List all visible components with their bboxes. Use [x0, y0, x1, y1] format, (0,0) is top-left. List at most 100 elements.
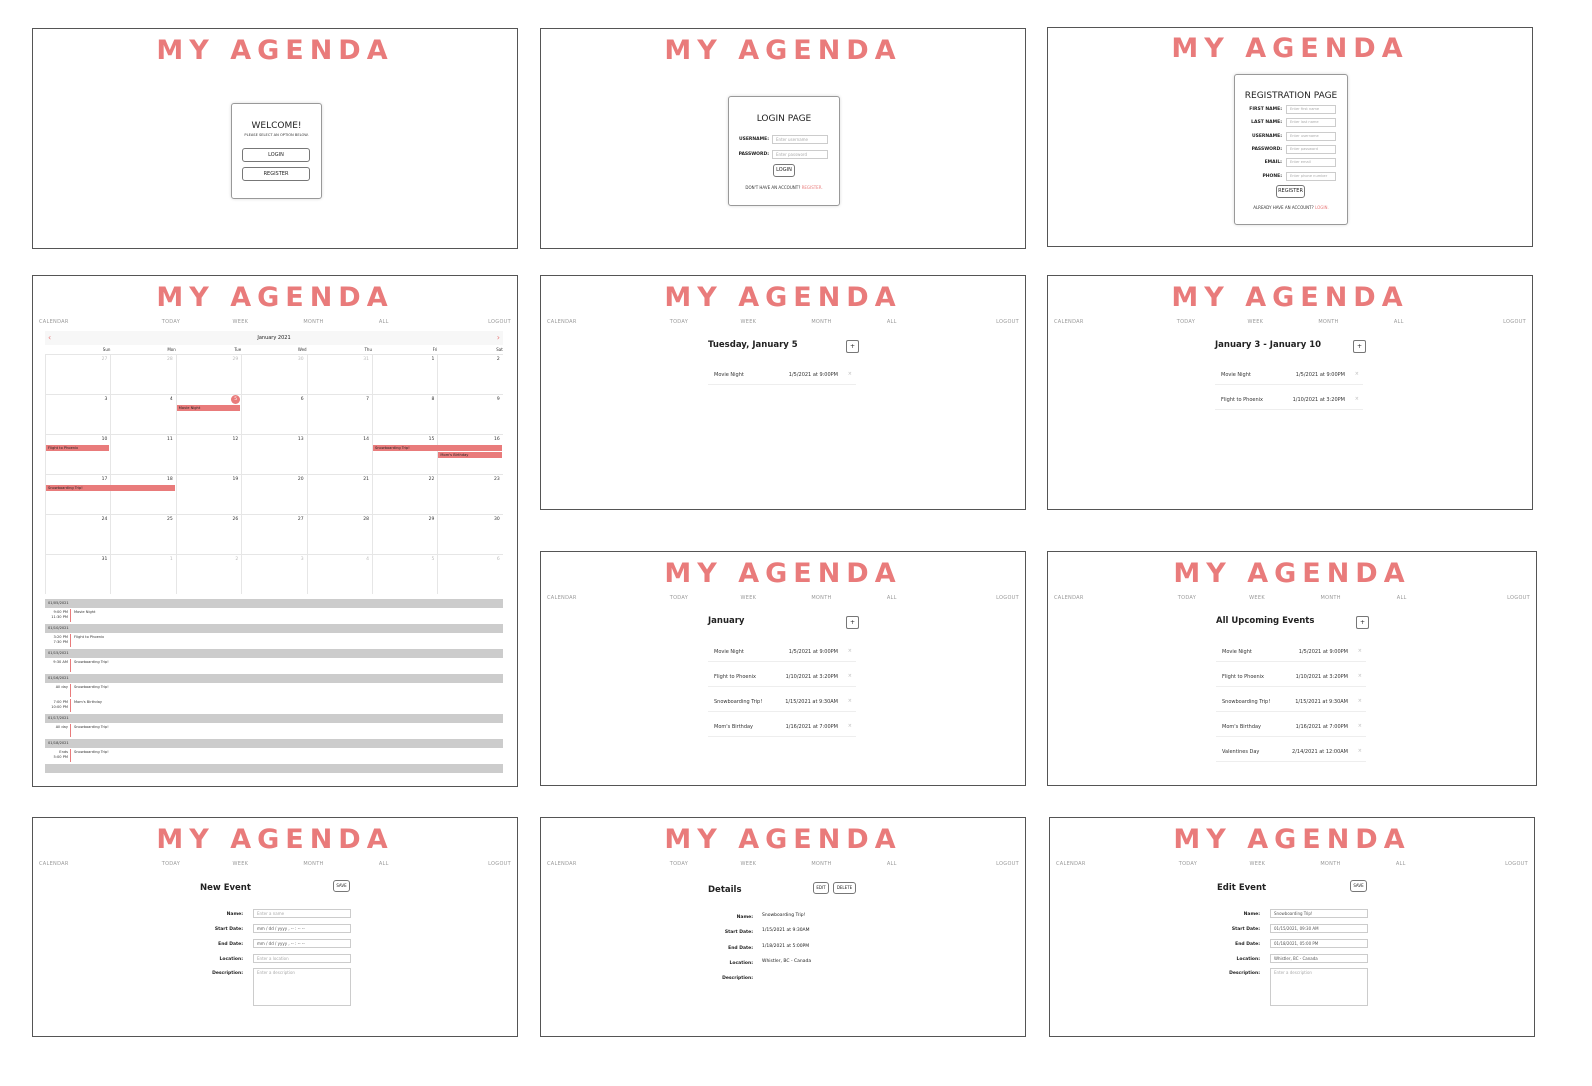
nav-calendar[interactable]: CALENDAR: [1054, 595, 1084, 601]
day-cell[interactable]: 4: [306, 554, 372, 594]
register-submit-button[interactable]: REGISTER: [1276, 185, 1305, 198]
day-cell[interactable]: 19: [175, 474, 242, 514]
calendar-event[interactable]: Flight to Phoenix: [46, 445, 110, 451]
event-row[interactable]: Flight to Phoenix 1/10/2021 at 3:20PM ×: [708, 668, 856, 687]
delete-button[interactable]: DELETE: [833, 882, 856, 894]
day-cell[interactable]: 7: [306, 394, 372, 434]
event-row[interactable]: Flight to Phoenix 1/10/2021 at 3:20PM ×: [1215, 391, 1363, 410]
calendar-event[interactable]: Snowboarding Trip!: [46, 485, 175, 491]
list-item[interactable]: All day Snowboarding Trip!: [45, 724, 503, 737]
nav-calendar[interactable]: CALENDAR: [1056, 861, 1086, 867]
nav-today[interactable]: TODAY: [670, 861, 688, 867]
delete-event-icon[interactable]: ×: [848, 698, 852, 704]
add-event-button[interactable]: +: [1353, 340, 1366, 353]
day-cell[interactable]: 11: [110, 434, 176, 474]
nav-logout[interactable]: LOGOUT: [1505, 861, 1528, 867]
nav-today[interactable]: TODAY: [162, 319, 180, 325]
day-cell[interactable]: 29: [175, 354, 242, 394]
event-row[interactable]: Movie Night 1/5/2021 at 9:00PM ×: [1216, 643, 1366, 662]
nav-calendar[interactable]: CALENDAR: [547, 319, 577, 325]
delete-event-icon[interactable]: ×: [848, 723, 852, 729]
day-cell[interactable]: 5: [372, 554, 438, 594]
day-cell[interactable]: 27: [45, 354, 111, 394]
delete-event-icon[interactable]: ×: [1358, 673, 1362, 679]
registration-input[interactable]: Enter email: [1286, 158, 1336, 168]
day-cell[interactable]: 18: [110, 474, 176, 514]
delete-event-icon[interactable]: ×: [848, 673, 852, 679]
start-date-input[interactable]: 01/15/2021, 09:30 AM: [1270, 924, 1368, 933]
day-cell[interactable]: 5: [175, 394, 242, 434]
registration-input[interactable]: Enter password: [1286, 144, 1336, 154]
nav-logout[interactable]: LOGOUT: [488, 319, 511, 325]
nav-week[interactable]: WEEK: [1249, 595, 1265, 601]
day-cell[interactable]: 1: [372, 354, 438, 394]
day-cell[interactable]: 28: [110, 354, 176, 394]
event-row[interactable]: Flight to Phoenix 1/10/2021 at 3:20PM ×: [1216, 668, 1366, 687]
day-cell[interactable]: 30: [241, 354, 307, 394]
password-input[interactable]: Enter password: [772, 150, 828, 159]
day-cell[interactable]: 27: [241, 514, 307, 554]
list-item[interactable]: 7:00 PM 10:00 PM Mom's Birthday: [45, 699, 503, 712]
day-cell[interactable]: 2: [437, 354, 503, 394]
day-cell[interactable]: 15: [372, 434, 438, 474]
event-row[interactable]: Mom's Birthday 1/16/2021 at 7:00PM ×: [708, 718, 856, 737]
nav-month[interactable]: MONTH: [811, 861, 831, 867]
list-item[interactable]: 9:00 PM 11:30 PM Movie Night: [45, 609, 503, 622]
day-cell[interactable]: 12: [175, 434, 242, 474]
nav-calendar[interactable]: CALENDAR: [547, 861, 577, 867]
description-input[interactable]: Enter a description: [1270, 968, 1368, 1006]
day-cell[interactable]: 17: [45, 474, 111, 514]
day-cell[interactable]: 30: [437, 514, 503, 554]
name-input[interactable]: Enter a name: [253, 909, 351, 918]
nav-week[interactable]: WEEK: [233, 319, 249, 325]
list-item[interactable]: 9:30 AM Snowboarding Trip!: [45, 659, 503, 672]
nav-week[interactable]: WEEK: [1248, 319, 1264, 325]
calendar-event[interactable]: Movie Night: [176, 405, 241, 411]
add-event-button[interactable]: +: [846, 340, 859, 353]
day-cell[interactable]: 31: [306, 354, 372, 394]
nav-logout[interactable]: LOGOUT: [996, 861, 1019, 867]
day-cell[interactable]: 29: [372, 514, 438, 554]
save-button[interactable]: SAVE: [1350, 880, 1367, 892]
delete-event-icon[interactable]: ×: [1355, 396, 1359, 402]
nav-month[interactable]: MONTH: [1320, 861, 1340, 867]
nav-all[interactable]: ALL: [379, 861, 389, 867]
add-event-button[interactable]: +: [1356, 616, 1369, 629]
nav-calendar[interactable]: CALENDAR: [39, 861, 69, 867]
nav-today[interactable]: TODAY: [1179, 861, 1197, 867]
location-input[interactable]: Enter a location: [253, 954, 351, 963]
nav-week[interactable]: WEEK: [741, 861, 757, 867]
day-cell[interactable]: 8: [372, 394, 438, 434]
save-button[interactable]: SAVE: [333, 880, 350, 892]
nav-today[interactable]: TODAY: [1177, 319, 1195, 325]
registration-input[interactable]: Enter last name: [1286, 118, 1336, 128]
day-cell[interactable]: 28: [306, 514, 372, 554]
start-date-input[interactable]: mm / dd / yyyy , -- : -- --: [253, 924, 351, 933]
list-item[interactable]: 3:20 PM 7:30 PM Flight to Phoenix: [45, 634, 503, 647]
location-input[interactable]: Whistler, BC - Canada: [1270, 954, 1368, 963]
nav-logout[interactable]: LOGOUT: [1503, 319, 1526, 325]
nav-week[interactable]: WEEK: [233, 861, 249, 867]
nav-all[interactable]: ALL: [1394, 319, 1404, 325]
nav-logout[interactable]: LOGOUT: [488, 861, 511, 867]
list-item[interactable]: All day Snowboarding Trip!: [45, 684, 503, 697]
nav-logout[interactable]: LOGOUT: [996, 319, 1019, 325]
registration-input[interactable]: Enter first name: [1286, 105, 1336, 114]
delete-event-icon[interactable]: ×: [1358, 648, 1362, 654]
login-button[interactable]: LOGIN: [242, 148, 310, 162]
nav-month[interactable]: MONTH: [811, 595, 831, 601]
nav-month[interactable]: MONTH: [303, 861, 323, 867]
day-cell[interactable]: 14: [306, 434, 372, 474]
end-date-input[interactable]: 01/18/2021, 05:00 PM: [1270, 939, 1368, 948]
nav-all[interactable]: ALL: [887, 595, 897, 601]
nav-month[interactable]: MONTH: [1321, 595, 1341, 601]
nav-week[interactable]: WEEK: [1250, 861, 1266, 867]
name-input[interactable]: Snowboarding Trip!: [1270, 909, 1368, 918]
day-cell[interactable]: 3: [45, 394, 111, 434]
day-cell[interactable]: 6: [241, 394, 307, 434]
edit-button[interactable]: EDIT: [813, 882, 829, 894]
nav-month[interactable]: MONTH: [1318, 319, 1338, 325]
nav-today[interactable]: TODAY: [1178, 595, 1196, 601]
event-row[interactable]: Mom's Birthday 1/16/2021 at 7:00PM ×: [1216, 718, 1366, 737]
day-cell[interactable]: 4: [110, 394, 176, 434]
